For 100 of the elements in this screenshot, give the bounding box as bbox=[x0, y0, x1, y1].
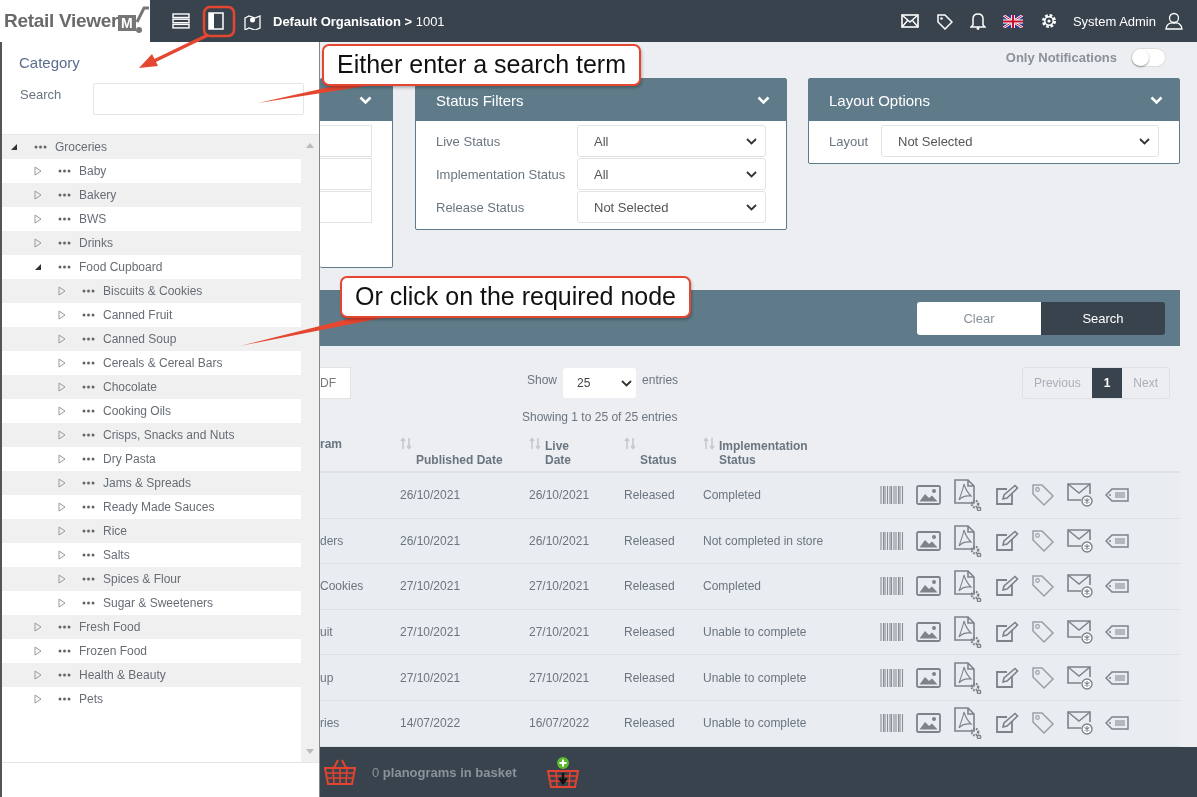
collapsed-icon[interactable] bbox=[58, 406, 66, 416]
scroll-up-icon[interactable] bbox=[306, 143, 315, 148]
collapsed-icon[interactable] bbox=[58, 334, 66, 344]
column-header[interactable]: Live Date bbox=[545, 439, 575, 467]
map-pin-icon[interactable] bbox=[244, 12, 261, 30]
chevron-down-icon[interactable] bbox=[746, 137, 757, 145]
collapsed-icon[interactable] bbox=[58, 430, 66, 440]
tree-node[interactable]: Health & Beauty bbox=[2, 663, 302, 687]
basket-icon[interactable] bbox=[324, 759, 356, 785]
image-icon[interactable] bbox=[916, 713, 941, 734]
column-header[interactable]: ram bbox=[320, 437, 342, 451]
toggle-switch[interactable] bbox=[1131, 47, 1166, 67]
collapsed-icon[interactable] bbox=[34, 646, 42, 656]
input-field[interactable] bbox=[320, 125, 372, 157]
document-gear-icon[interactable] bbox=[953, 661, 983, 694]
ticket-icon[interactable] bbox=[1105, 533, 1129, 548]
tree-node[interactable]: Spices & Flour bbox=[2, 567, 302, 591]
collapsed-icon[interactable] bbox=[58, 574, 66, 584]
chevron-down-icon[interactable] bbox=[621, 379, 633, 387]
collapsed-icon[interactable] bbox=[34, 214, 42, 224]
bell-icon[interactable] bbox=[969, 12, 986, 30]
tree-node[interactable]: Fresh Food bbox=[2, 615, 302, 639]
tree-node[interactable]: Rice bbox=[2, 519, 302, 543]
barcode-icon[interactable] bbox=[880, 622, 904, 643]
clear-button[interactable]: Clear bbox=[917, 301, 1041, 335]
tree-node[interactable]: Chocolate bbox=[2, 375, 302, 399]
page-button[interactable]: 1 bbox=[1091, 368, 1123, 398]
chevron-down-icon[interactable] bbox=[746, 170, 757, 178]
input-field[interactable] bbox=[320, 191, 372, 223]
collapsed-icon[interactable] bbox=[34, 190, 42, 200]
expanded-icon[interactable] bbox=[10, 143, 18, 151]
collapsed-icon[interactable] bbox=[34, 694, 42, 704]
document-gear-icon[interactable] bbox=[953, 707, 983, 740]
collapsed-icon[interactable] bbox=[58, 526, 66, 536]
chevron-down-icon[interactable] bbox=[746, 203, 757, 211]
column-header[interactable]: Implementation Status bbox=[719, 439, 819, 467]
collapsed-icon[interactable] bbox=[58, 454, 66, 464]
scroll-down-icon[interactable] bbox=[306, 749, 315, 754]
collapsed-icon[interactable] bbox=[58, 550, 66, 560]
edit-icon[interactable] bbox=[995, 712, 1019, 735]
barcode-icon[interactable] bbox=[880, 713, 904, 734]
ticket-icon[interactable] bbox=[1105, 579, 1129, 594]
edit-icon[interactable] bbox=[995, 529, 1019, 552]
tree-node[interactable]: Bakery bbox=[2, 183, 302, 207]
column-header[interactable]: Published Date bbox=[416, 453, 503, 467]
ticket-icon[interactable] bbox=[1105, 625, 1129, 640]
collapsed-icon[interactable] bbox=[34, 670, 42, 680]
tree-node[interactable]: Jams & Spreads bbox=[2, 471, 302, 495]
edit-icon[interactable] bbox=[995, 484, 1019, 507]
page-size-select[interactable]: 25 bbox=[563, 368, 637, 398]
tag-icon[interactable] bbox=[935, 12, 953, 30]
edit-icon[interactable] bbox=[995, 666, 1019, 689]
chevron-down-icon[interactable] bbox=[1139, 137, 1150, 145]
collapsed-icon[interactable] bbox=[58, 358, 66, 368]
document-gear-icon[interactable] bbox=[953, 524, 983, 557]
scrollbar[interactable] bbox=[301, 135, 319, 762]
search-field[interactable] bbox=[93, 83, 304, 115]
expanded-icon[interactable] bbox=[34, 263, 42, 271]
search-button[interactable]: Search bbox=[1041, 301, 1165, 335]
input-field[interactable] bbox=[320, 158, 372, 190]
image-icon[interactable] bbox=[916, 622, 941, 643]
document-gear-icon[interactable] bbox=[953, 616, 983, 649]
image-icon[interactable] bbox=[916, 530, 941, 551]
basket-add-icon[interactable] bbox=[546, 756, 579, 788]
image-icon[interactable] bbox=[916, 667, 941, 688]
tree-node[interactable]: Drinks bbox=[2, 231, 302, 255]
menu-icon[interactable] bbox=[172, 13, 190, 29]
select-field[interactable]: Not Selected bbox=[881, 125, 1159, 157]
sidebar-panel-icon[interactable] bbox=[208, 12, 224, 30]
settings-icon[interactable] bbox=[1039, 12, 1058, 30]
ticket-icon[interactable] bbox=[1105, 716, 1129, 731]
collapsed-icon[interactable] bbox=[58, 478, 66, 488]
user-icon[interactable] bbox=[1165, 12, 1183, 30]
select-field[interactable]: Not Selected bbox=[577, 191, 766, 223]
column-header[interactable]: Status bbox=[640, 453, 677, 467]
tree-node[interactable]: Crisps, Snacks and Nuts bbox=[2, 423, 302, 447]
collapsed-icon[interactable] bbox=[58, 502, 66, 512]
select-field[interactable]: All bbox=[577, 158, 766, 190]
export-button[interactable]: DF bbox=[320, 367, 351, 399]
user-name[interactable]: System Admin bbox=[1072, 13, 1156, 29]
select-field[interactable]: All bbox=[577, 125, 766, 157]
ticket-icon[interactable] bbox=[1105, 670, 1129, 685]
collapsed-icon[interactable] bbox=[34, 622, 42, 632]
image-icon[interactable] bbox=[916, 485, 941, 506]
barcode-icon[interactable] bbox=[880, 485, 904, 506]
document-gear-icon[interactable] bbox=[953, 570, 983, 603]
document-gear-icon[interactable] bbox=[953, 479, 983, 512]
barcode-icon[interactable] bbox=[880, 667, 904, 688]
collapsed-icon[interactable] bbox=[34, 238, 42, 248]
collapsed-icon[interactable] bbox=[34, 166, 42, 176]
edit-icon[interactable] bbox=[995, 621, 1019, 644]
tree-node[interactable]: Biscuits & Cookies bbox=[2, 279, 302, 303]
flag-icon[interactable] bbox=[1002, 14, 1023, 28]
collapsed-icon[interactable] bbox=[58, 382, 66, 392]
barcode-icon[interactable] bbox=[880, 576, 904, 597]
collapsed-icon[interactable] bbox=[58, 598, 66, 608]
barcode-icon[interactable] bbox=[880, 530, 904, 551]
tree-node[interactable]: Canned Soup bbox=[2, 327, 302, 351]
ticket-icon[interactable] bbox=[1105, 488, 1129, 503]
collapsed-icon[interactable] bbox=[58, 310, 66, 320]
